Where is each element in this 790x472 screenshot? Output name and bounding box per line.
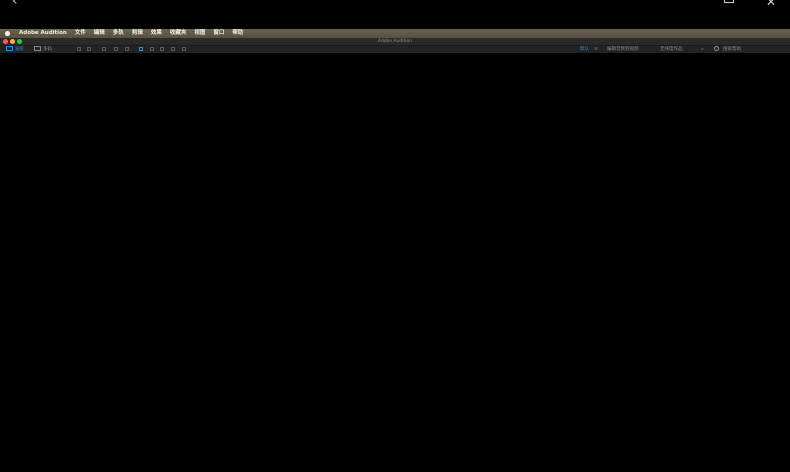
menu-effects[interactable]: 效果 [151,29,162,38]
more-workspaces-icon[interactable]: » [701,46,704,53]
multitrack-label: 多轨 [43,47,52,52]
razor-tool-icon[interactable] [114,47,118,51]
main-toolbar: 波形 多轨 默认 ≡ 编辑音频到视频 无线电作品 » 搜索帮助 [0,46,790,53]
marquee-tool-icon[interactable] [150,47,154,51]
menu-clip[interactable]: 剪辑 [132,29,143,38]
spot-healing-tool-icon[interactable] [182,47,186,51]
search-help[interactable]: 搜索帮助 [714,46,741,53]
lasso-tool-icon[interactable] [160,47,164,51]
move-tool-icon[interactable] [102,47,106,51]
search-help-label: 搜索帮助 [723,47,741,52]
menu-favorites[interactable]: 收藏夹 [170,29,187,38]
spectral-pitch-icon[interactable] [87,47,91,51]
waveform-icon [6,46,13,51]
back-icon[interactable]: ‹ [12,0,18,8]
waveform-view-button[interactable]: 波形 [6,46,24,53]
workspace-edit-audio-to-video[interactable]: 编辑音频到视频 [607,46,639,53]
workspace-area [0,53,790,472]
close-icon[interactable]: ✕ [766,0,776,8]
workspace-radio-production[interactable]: 无线电作品 [660,46,683,53]
menu-file[interactable]: 文件 [75,29,86,38]
multitrack-view-button[interactable]: 多轨 [34,46,52,53]
waveform-label: 波形 [15,47,24,52]
menu-view[interactable]: 视图 [194,29,205,38]
spectral-frequency-icon[interactable] [77,47,81,51]
window-titlebar: Adobe Audition [0,38,790,46]
menu-window[interactable]: 窗口 [213,29,224,38]
brush-tool-icon[interactable] [171,47,175,51]
menu-app-name[interactable]: Adobe Audition [19,29,67,38]
slip-tool-icon[interactable] [125,47,129,51]
menu-help[interactable]: 帮助 [232,29,243,38]
time-selection-tool-icon[interactable] [139,47,143,51]
workspace-menu-icon[interactable]: ≡ [594,46,598,53]
viewer-top-bar: ‹ ✕ [0,0,790,29]
workspace-default[interactable]: 默认 [580,46,589,53]
mac-menubar: Adobe Audition 文件 编辑 多轨 剪辑 效果 收藏夹 视图 窗口 … [0,29,790,38]
window-title: Adobe Audition [377,39,413,44]
multitrack-icon [34,46,41,51]
viewer-tools: ✕ [723,0,776,8]
search-icon [714,46,719,51]
menu-edit[interactable]: 编辑 [94,29,105,38]
menu-multitrack[interactable]: 多轨 [113,29,124,38]
apple-icon[interactable] [5,31,10,36]
share-icon[interactable] [723,0,734,3]
